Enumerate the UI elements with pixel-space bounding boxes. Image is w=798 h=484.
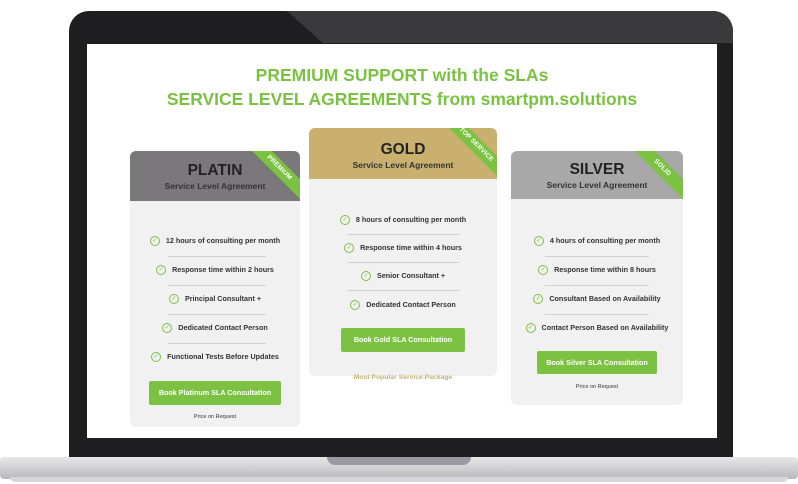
platin-feature-3: ✓ Principal Consultant +: [130, 294, 300, 305]
laptop-screen: PREMIUM SUPPORT with the SLAs SERVICE LE…: [87, 44, 717, 438]
gold-feature-4-text: Dedicated Contact Person: [366, 300, 456, 309]
platin-feature-4: ✓ Dedicated Contact Person: [130, 323, 300, 334]
check-circle-icon: ✓: [538, 265, 549, 276]
check-circle-icon: ✓: [162, 323, 173, 334]
bezel-glare: [287, 11, 733, 43]
gold-divider-2: [347, 262, 459, 263]
silver-feature-3-text: Consultant Based on Availability: [549, 294, 661, 303]
silver-feature-4: ✓ Contact Person Based on Availability: [511, 323, 683, 334]
headline-line-2: SERVICE LEVEL AGREEMENTS from smartpm.so…: [166, 89, 638, 109]
gold-feature-2-text: Response time within 4 hours: [360, 243, 462, 252]
silver-feature-2-text: Response time within 8 hours: [554, 265, 656, 274]
book-platinum-button[interactable]: Book Platinum SLA Consultation: [149, 381, 281, 405]
gold-feature-3: ✓ Senior Consultant +: [309, 271, 497, 282]
check-circle-icon: ✓: [339, 215, 350, 226]
check-circle-icon: ✓: [533, 294, 544, 305]
gold-feature-2: ✓ Response time within 4 hours: [309, 243, 497, 254]
platin-feature-2-text: Response time within 2 hours: [172, 265, 274, 274]
most-popular-label: Most Popular Service Package: [353, 374, 453, 381]
platin-feature-2: ✓ Response time within 2 hours: [130, 265, 300, 276]
headline-line-1: PREMIUM SUPPORT with the SLAs: [255, 65, 549, 85]
book-silver-button[interactable]: Book Silver SLA Consultation: [537, 351, 657, 374]
platin-divider-2: [168, 285, 266, 286]
silver-divider-3: [545, 314, 649, 315]
platin-feature-3-text: Principal Consultant +: [184, 294, 262, 303]
gold-divider-1: [347, 234, 459, 235]
platin-plan-card: PLATIN Service Level Agreement PREMIUM ✓…: [130, 151, 300, 427]
platin-price-note: Price on Request: [193, 414, 237, 420]
platin-feature-5: ✓ Functional Tests Before Updates: [130, 352, 300, 363]
check-circle-icon: ✓: [156, 265, 167, 276]
platin-feature-4-text: Dedicated Contact Person: [178, 323, 268, 332]
silver-plan-card: SILVER Service Level Agreement SOLID ✓ 4 …: [511, 151, 683, 405]
check-circle-icon: ✓: [149, 236, 160, 247]
laptop-mockup: PREMIUM SUPPORT with the SLAs SERVICE LE…: [0, 0, 798, 484]
check-circle-icon: ✓: [533, 236, 544, 247]
platin-divider-4: [168, 343, 266, 344]
laptop-base-notch: [327, 457, 471, 465]
silver-feature-1: ✓ 4 hours of consulting per month: [511, 236, 683, 247]
platin-feature-5-text: Functional Tests Before Updates: [167, 352, 279, 361]
book-gold-button[interactable]: Book Gold SLA Consultation: [341, 328, 465, 352]
gold-divider-3: [347, 290, 459, 291]
silver-feature-1-text: 4 hours of consulting per month: [549, 236, 661, 245]
platin-feature-1: ✓ 12 hours of consulting per month: [130, 236, 300, 247]
silver-price-note: Price on Request: [575, 384, 619, 390]
check-circle-icon: ✓: [168, 294, 179, 305]
gold-plan-subtitle: Service Level Agreement: [352, 160, 454, 170]
silver-feature-4-text: Contact Person Based on Availability: [541, 323, 669, 332]
silver-divider-2: [545, 285, 649, 286]
check-circle-icon: ✓: [344, 243, 355, 254]
gold-plan-card: GOLD Service Level Agreement TOP SERVICE…: [309, 128, 497, 376]
gold-feature-4: ✓ Dedicated Contact Person: [309, 300, 497, 311]
silver-feature-2: ✓ Response time within 8 hours: [511, 265, 683, 276]
platin-divider-3: [168, 314, 266, 315]
check-circle-icon: ✓: [360, 271, 371, 282]
platin-plan-subtitle: Service Level Agreement: [164, 181, 266, 191]
check-circle-icon: ✓: [350, 300, 361, 311]
laptop-base-shadow: [10, 477, 788, 482]
gold-feature-3-text: Senior Consultant +: [376, 271, 446, 280]
silver-divider-1: [545, 256, 649, 257]
check-circle-icon: ✓: [151, 352, 162, 363]
platin-feature-1-text: 12 hours of consulting per month: [165, 236, 281, 245]
platin-divider-1: [168, 256, 266, 257]
check-circle-icon: ✓: [525, 323, 536, 334]
silver-feature-3: ✓ Consultant Based on Availability: [511, 294, 683, 305]
gold-feature-1: ✓ 8 hours of consulting per month: [309, 215, 497, 226]
silver-plan-subtitle: Service Level Agreement: [546, 180, 648, 190]
gold-feature-1-text: 8 hours of consulting per month: [355, 215, 467, 224]
